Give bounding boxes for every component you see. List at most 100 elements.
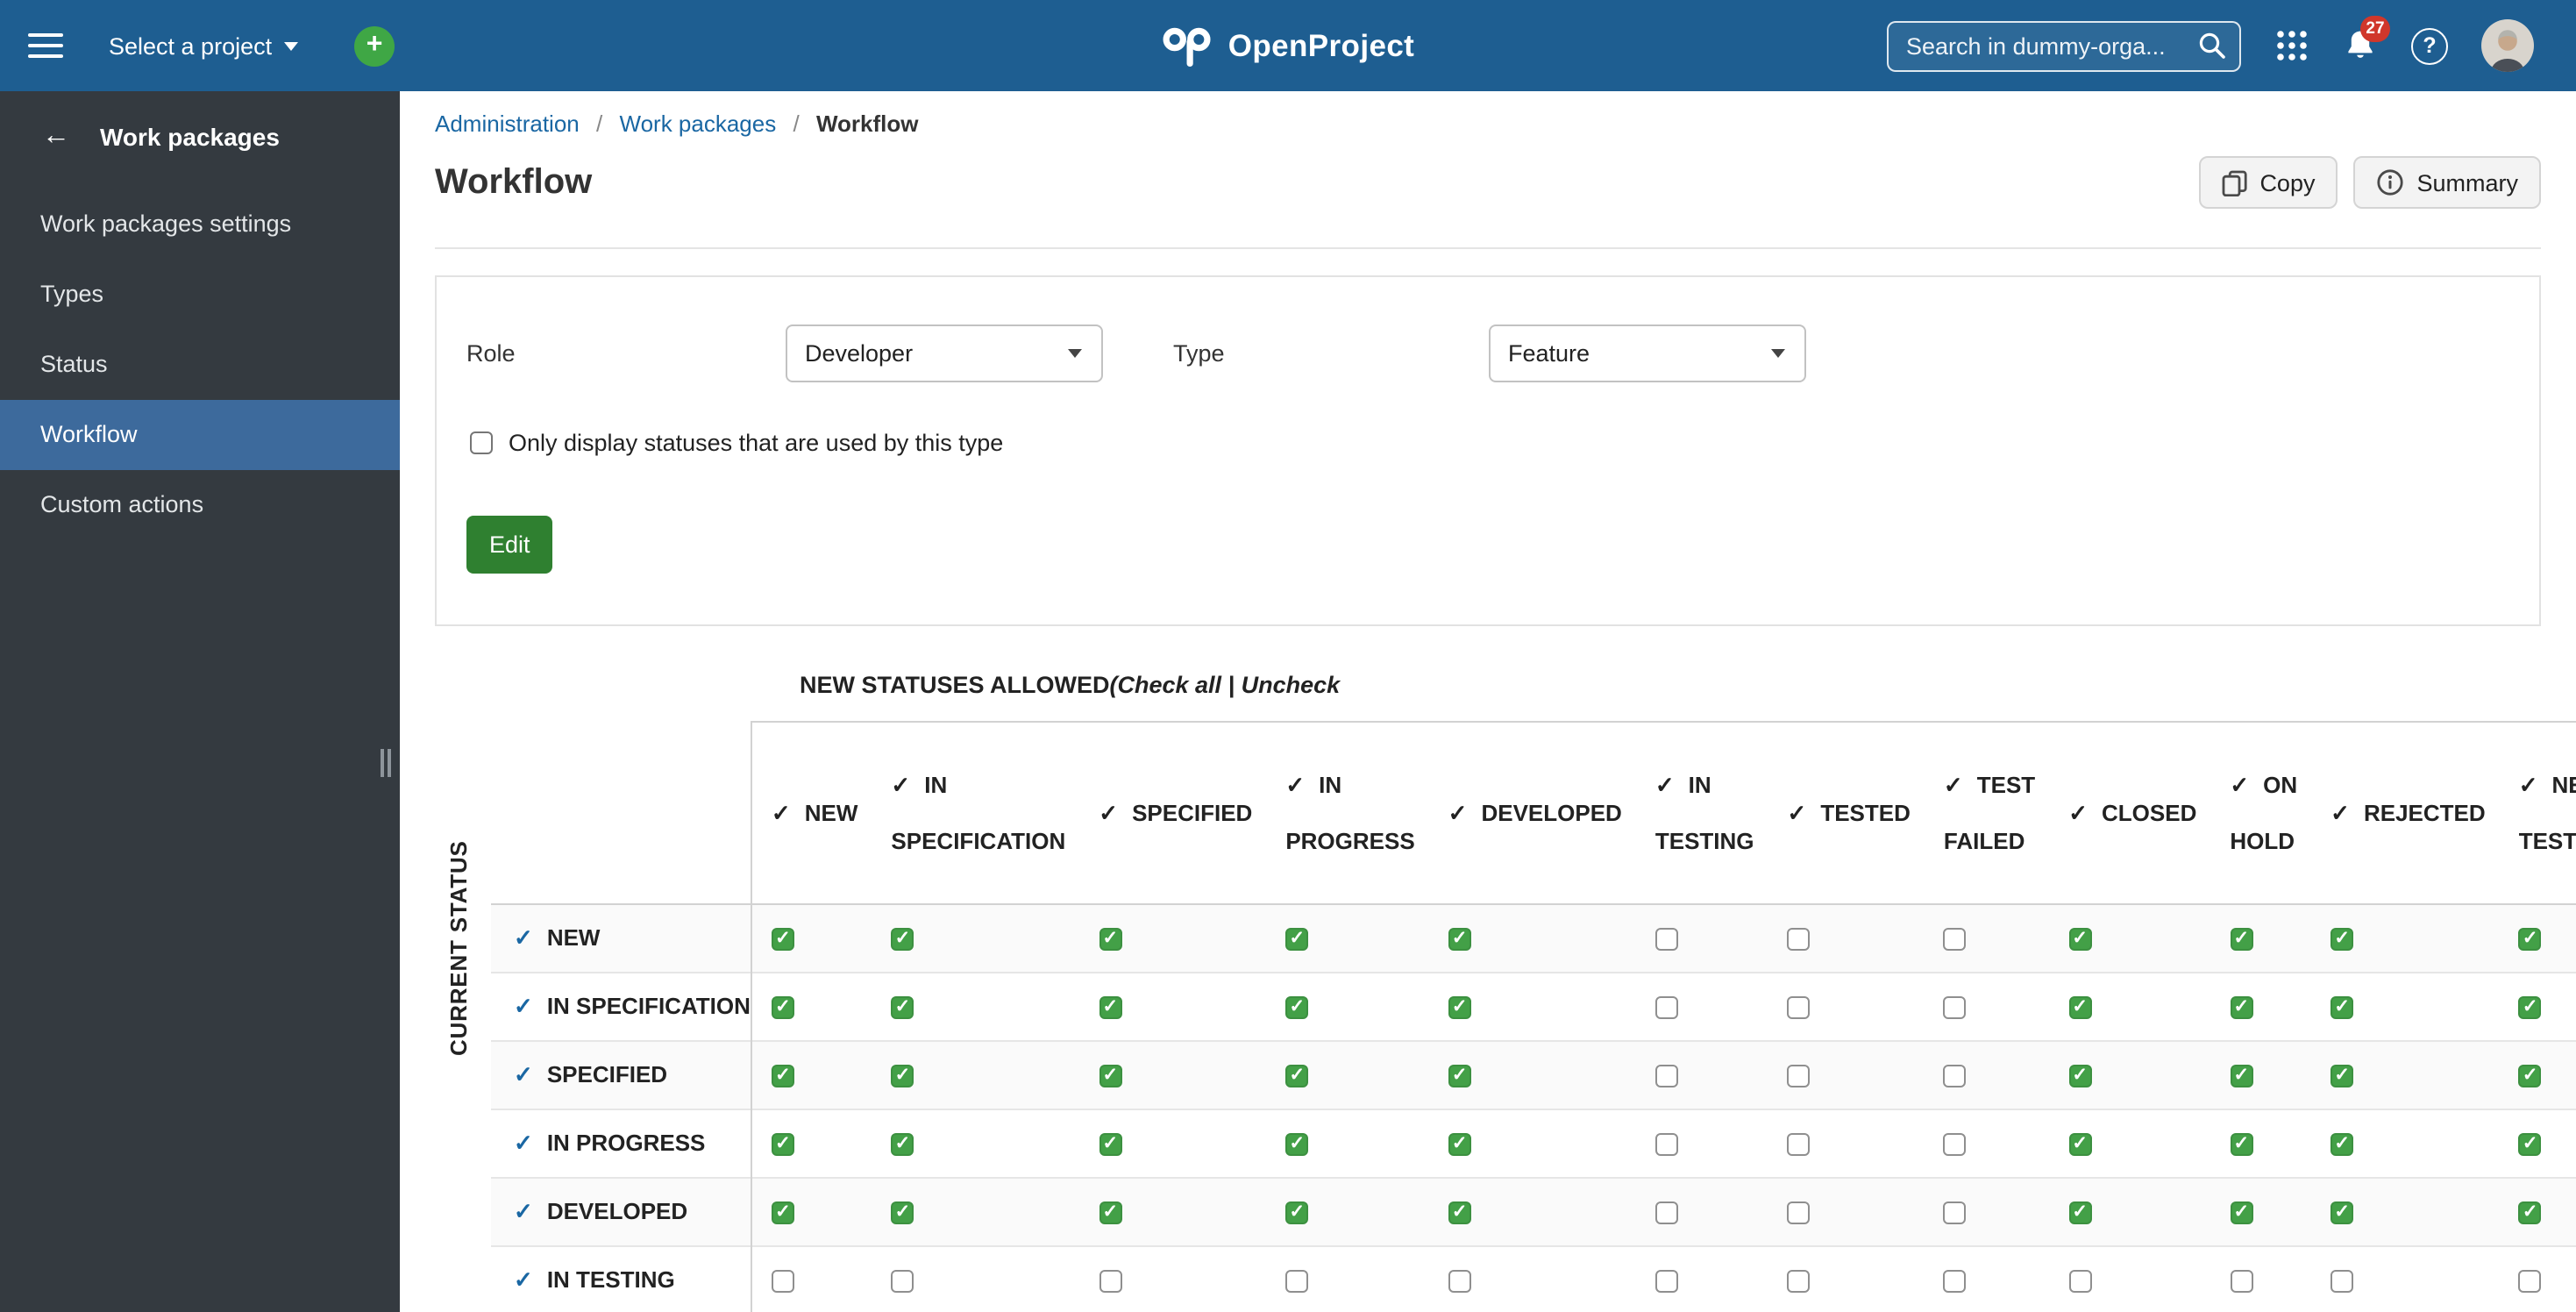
transition-checkbox-checked[interactable]: ✓ bbox=[2068, 1201, 2092, 1223]
transition-checkbox-unchecked[interactable] bbox=[1943, 1269, 1967, 1292]
transition-checkbox-checked[interactable]: ✓ bbox=[771, 995, 794, 1018]
transition-checkbox-checked[interactable]: ✓ bbox=[891, 1132, 914, 1155]
row-check-toggle-icon[interactable]: ✓ bbox=[514, 1130, 533, 1156]
column-check-toggle-icon[interactable]: ✓ bbox=[2330, 799, 2350, 825]
transition-checkbox-checked[interactable]: ✓ bbox=[1448, 1064, 1471, 1087]
transition-checkbox-unchecked[interactable] bbox=[1787, 1064, 1811, 1087]
transition-checkbox-checked[interactable]: ✓ bbox=[2230, 1132, 2253, 1155]
transition-checkbox-checked[interactable]: ✓ bbox=[891, 995, 914, 1018]
transition-checkbox-checked[interactable]: ✓ bbox=[2230, 1064, 2253, 1087]
sidebar-back-button[interactable]: ← Work packages bbox=[0, 102, 400, 172]
row-check-toggle-icon[interactable]: ✓ bbox=[514, 1198, 533, 1224]
transition-checkbox-checked[interactable]: ✓ bbox=[1285, 995, 1309, 1018]
column-check-toggle-icon[interactable]: ✓ bbox=[2068, 799, 2088, 825]
transition-checkbox-unchecked[interactable] bbox=[1943, 1064, 1967, 1087]
transition-checkbox-checked[interactable]: ✓ bbox=[771, 1064, 794, 1087]
transition-checkbox-checked[interactable]: ✓ bbox=[1448, 995, 1471, 1018]
transition-checkbox-unchecked[interactable] bbox=[1099, 1269, 1122, 1292]
transition-checkbox-checked[interactable]: ✓ bbox=[2230, 1201, 2253, 1223]
user-avatar[interactable] bbox=[2481, 19, 2534, 72]
transition-checkbox-checked[interactable]: ✓ bbox=[2330, 1064, 2354, 1087]
transition-checkbox-unchecked[interactable] bbox=[1787, 995, 1811, 1018]
transition-checkbox-checked[interactable]: ✓ bbox=[2230, 927, 2253, 950]
select-project-dropdown[interactable]: Select a project bbox=[109, 32, 299, 59]
transition-checkbox-unchecked[interactable] bbox=[2330, 1269, 2354, 1292]
transition-checkbox-checked[interactable]: ✓ bbox=[2230, 995, 2253, 1018]
transition-checkbox-unchecked[interactable] bbox=[891, 1269, 914, 1292]
transition-checkbox-unchecked[interactable] bbox=[1654, 1201, 1678, 1223]
transition-checkbox-checked[interactable]: ✓ bbox=[2068, 1132, 2092, 1155]
transition-checkbox-checked[interactable]: ✓ bbox=[2330, 927, 2354, 950]
transition-checkbox-unchecked[interactable] bbox=[1943, 1132, 1967, 1155]
search-icon[interactable] bbox=[2197, 31, 2227, 61]
sidebar-item-status[interactable]: Status bbox=[0, 330, 400, 400]
transition-checkbox-unchecked[interactable] bbox=[2518, 1269, 2542, 1292]
type-select[interactable]: Feature bbox=[1489, 324, 1806, 382]
column-check-toggle-icon[interactable]: ✓ bbox=[1944, 771, 1963, 797]
notifications-button[interactable]: 27 bbox=[2343, 16, 2390, 63]
transition-checkbox-checked[interactable]: ✓ bbox=[1099, 1132, 1122, 1155]
transition-checkbox-checked[interactable]: ✓ bbox=[1099, 927, 1122, 950]
column-check-toggle-icon[interactable]: ✓ bbox=[772, 799, 791, 825]
transition-checkbox-unchecked[interactable] bbox=[1285, 1269, 1309, 1292]
transition-checkbox-unchecked[interactable] bbox=[1787, 1269, 1811, 1292]
only-display-statuses-checkbox[interactable] bbox=[470, 431, 493, 454]
transition-checkbox-unchecked[interactable] bbox=[2230, 1269, 2253, 1292]
transition-checkbox-unchecked[interactable] bbox=[1448, 1269, 1471, 1292]
transition-checkbox-checked[interactable]: ✓ bbox=[2330, 995, 2354, 1018]
openproject-logo[interactable]: OpenProject bbox=[1162, 22, 1415, 69]
sidebar-resize-handle[interactable] bbox=[377, 749, 395, 777]
transition-checkbox-checked[interactable]: ✓ bbox=[2518, 995, 2542, 1018]
transition-checkbox-checked[interactable]: ✓ bbox=[2518, 1132, 2542, 1155]
transition-checkbox-checked[interactable]: ✓ bbox=[2068, 927, 2092, 950]
summary-button[interactable]: Summary bbox=[2353, 156, 2541, 209]
row-check-toggle-icon[interactable]: ✓ bbox=[514, 1266, 533, 1293]
row-check-toggle-icon[interactable]: ✓ bbox=[514, 1061, 533, 1087]
row-check-toggle-icon[interactable]: ✓ bbox=[514, 924, 533, 951]
transition-checkbox-checked[interactable]: ✓ bbox=[771, 927, 794, 950]
transition-checkbox-checked[interactable]: ✓ bbox=[1099, 995, 1122, 1018]
sidebar-item-workflow[interactable]: Workflow bbox=[0, 400, 400, 470]
transition-checkbox-checked[interactable]: ✓ bbox=[1448, 1201, 1471, 1223]
transition-checkbox-unchecked[interactable] bbox=[1787, 1201, 1811, 1223]
transition-checkbox-checked[interactable]: ✓ bbox=[1448, 1132, 1471, 1155]
column-check-toggle-icon[interactable]: ✓ bbox=[1448, 799, 1468, 825]
transition-checkbox-unchecked[interactable] bbox=[1654, 1064, 1678, 1087]
role-select[interactable]: Developer bbox=[786, 324, 1103, 382]
transition-checkbox-unchecked[interactable] bbox=[1943, 1201, 1967, 1223]
column-check-toggle-icon[interactable]: ✓ bbox=[1285, 771, 1305, 797]
transition-checkbox-checked[interactable]: ✓ bbox=[891, 1064, 914, 1087]
global-search-input[interactable] bbox=[1887, 20, 2241, 71]
column-check-toggle-icon[interactable]: ✓ bbox=[1655, 771, 1675, 797]
check-all-uncheck-links[interactable]: (Check all | Uncheck bbox=[1110, 672, 1341, 698]
transition-checkbox-checked[interactable]: ✓ bbox=[2330, 1201, 2354, 1223]
transition-checkbox-unchecked[interactable] bbox=[1787, 1132, 1811, 1155]
transition-checkbox-checked[interactable]: ✓ bbox=[1448, 927, 1471, 950]
transition-checkbox-unchecked[interactable] bbox=[771, 1269, 794, 1292]
transition-checkbox-checked[interactable]: ✓ bbox=[1285, 1201, 1309, 1223]
column-check-toggle-icon[interactable]: ✓ bbox=[1099, 799, 1118, 825]
column-check-toggle-icon[interactable]: ✓ bbox=[1788, 799, 1807, 825]
column-check-toggle-icon[interactable]: ✓ bbox=[2519, 771, 2538, 797]
transition-checkbox-unchecked[interactable] bbox=[1654, 1269, 1678, 1292]
copy-button[interactable]: Copy bbox=[2198, 156, 2338, 209]
transition-checkbox-checked[interactable]: ✓ bbox=[891, 1201, 914, 1223]
help-button[interactable]: ? bbox=[2411, 27, 2448, 64]
transition-checkbox-checked[interactable]: ✓ bbox=[1285, 927, 1309, 950]
sidebar-item-work-packages-settings[interactable]: Work packages settings bbox=[0, 189, 400, 260]
row-check-toggle-icon[interactable]: ✓ bbox=[514, 993, 533, 1019]
transition-checkbox-checked[interactable]: ✓ bbox=[1099, 1201, 1122, 1223]
breadcrumb-administration[interactable]: Administration bbox=[435, 111, 580, 137]
transition-checkbox-checked[interactable]: ✓ bbox=[771, 1201, 794, 1223]
transition-checkbox-unchecked[interactable] bbox=[1654, 1132, 1678, 1155]
transition-checkbox-checked[interactable]: ✓ bbox=[771, 1132, 794, 1155]
transition-checkbox-unchecked[interactable] bbox=[1787, 927, 1811, 950]
transition-checkbox-checked[interactable]: ✓ bbox=[1285, 1132, 1309, 1155]
transition-checkbox-checked[interactable]: ✓ bbox=[1099, 1064, 1122, 1087]
transition-checkbox-unchecked[interactable] bbox=[1654, 995, 1678, 1018]
column-check-toggle-icon[interactable]: ✓ bbox=[891, 771, 910, 797]
sidebar-item-custom-actions[interactable]: Custom actions bbox=[0, 470, 400, 540]
modules-menu-button[interactable] bbox=[2274, 28, 2309, 63]
transition-checkbox-checked[interactable]: ✓ bbox=[2068, 995, 2092, 1018]
edit-button[interactable]: Edit bbox=[466, 516, 553, 574]
